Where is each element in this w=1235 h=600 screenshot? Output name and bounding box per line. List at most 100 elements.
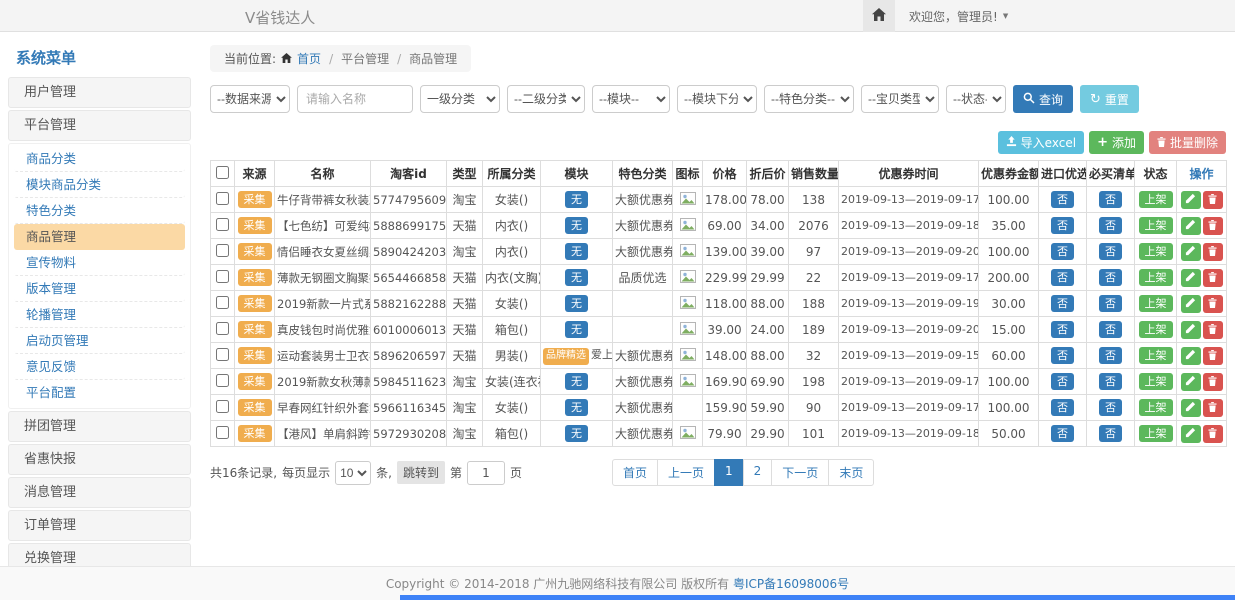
edit-button[interactable]: [1181, 321, 1201, 339]
must-buy-badge[interactable]: 否: [1099, 347, 1122, 365]
name-search-input[interactable]: [297, 85, 413, 113]
edit-button[interactable]: [1181, 373, 1201, 391]
must-buy-badge[interactable]: 否: [1099, 191, 1122, 209]
row-checkbox[interactable]: [216, 218, 229, 231]
page-button-下一页[interactable]: 下一页: [771, 459, 829, 486]
sidebar-group-用户管理[interactable]: 用户管理: [8, 77, 191, 108]
source-badge[interactable]: 采集: [238, 269, 272, 287]
module-badge[interactable]: 无: [565, 425, 588, 443]
sidebar-item-商品分类[interactable]: 商品分类: [14, 146, 185, 172]
module-badge[interactable]: 无: [565, 295, 588, 313]
edit-button[interactable]: [1181, 295, 1201, 313]
page-button-1[interactable]: 1: [714, 459, 744, 486]
row-checkbox[interactable]: [216, 400, 229, 413]
filter-select-5[interactable]: --模块下分类--: [677, 85, 757, 113]
page-button-上一页[interactable]: 上一页: [657, 459, 715, 486]
sidebar-item-意见反馈[interactable]: 意见反馈: [14, 354, 185, 380]
module-badge[interactable]: 无: [565, 321, 588, 339]
row-checkbox[interactable]: [216, 192, 229, 205]
delete-button[interactable]: [1203, 373, 1223, 391]
sidebar-group-订单管理[interactable]: 订单管理: [8, 510, 191, 541]
status-badge[interactable]: 上架: [1139, 191, 1173, 209]
status-badge[interactable]: 上架: [1139, 399, 1173, 417]
module-badge[interactable]: 无: [565, 191, 588, 209]
import-select-badge[interactable]: 否: [1051, 425, 1074, 443]
module-badge[interactable]: 无: [565, 399, 588, 417]
source-badge[interactable]: 采集: [238, 399, 272, 417]
home-button[interactable]: [863, 0, 895, 32]
filter-select-6[interactable]: --特色分类--: [764, 85, 854, 113]
page-button-2[interactable]: 2: [743, 459, 773, 486]
filter-select-4[interactable]: --模块--: [592, 85, 670, 113]
batch-delete-button[interactable]: 批量删除: [1149, 131, 1226, 154]
source-badge[interactable]: 采集: [238, 217, 272, 235]
sidebar-item-商品管理[interactable]: 商品管理: [14, 224, 185, 250]
import-select-badge[interactable]: 否: [1051, 321, 1074, 339]
edit-button[interactable]: [1181, 217, 1201, 235]
row-checkbox[interactable]: [216, 244, 229, 257]
module-badge[interactable]: 无: [565, 269, 588, 287]
filter-select-7[interactable]: --宝贝类型--: [861, 85, 939, 113]
row-checkbox[interactable]: [216, 374, 229, 387]
filter-select-0[interactable]: --数据来源--: [210, 85, 290, 113]
sidebar-group-省惠快报[interactable]: 省惠快报: [8, 444, 191, 475]
delete-button[interactable]: [1203, 217, 1223, 235]
import-select-badge[interactable]: 否: [1051, 217, 1074, 235]
delete-button[interactable]: [1203, 425, 1223, 443]
jump-to-button[interactable]: 跳转到: [397, 461, 445, 484]
source-badge[interactable]: 采集: [238, 347, 272, 365]
delete-button[interactable]: [1203, 269, 1223, 287]
delete-button[interactable]: [1203, 399, 1223, 417]
filter-select-8[interactable]: --状态--: [946, 85, 1006, 113]
sidebar-item-平台配置[interactable]: 平台配置: [14, 380, 185, 406]
row-checkbox[interactable]: [216, 270, 229, 283]
must-buy-badge[interactable]: 否: [1099, 217, 1122, 235]
edit-button[interactable]: [1181, 399, 1201, 417]
sidebar-item-启动页管理[interactable]: 启动页管理: [14, 328, 185, 354]
row-checkbox[interactable]: [216, 322, 229, 335]
status-badge[interactable]: 上架: [1139, 425, 1173, 443]
page-number-input[interactable]: [467, 461, 505, 485]
edit-button[interactable]: [1181, 425, 1201, 443]
module-badge[interactable]: 无: [565, 243, 588, 261]
delete-button[interactable]: [1203, 321, 1223, 339]
source-badge[interactable]: 采集: [238, 295, 272, 313]
horizontal-scrollbar-thumb[interactable]: [400, 595, 1235, 600]
must-buy-badge[interactable]: 否: [1099, 269, 1122, 287]
import-select-badge[interactable]: 否: [1051, 243, 1074, 261]
must-buy-badge[interactable]: 否: [1099, 295, 1122, 313]
must-buy-badge[interactable]: 否: [1099, 425, 1122, 443]
edit-button[interactable]: [1181, 243, 1201, 261]
source-badge[interactable]: 采集: [238, 373, 272, 391]
search-button[interactable]: 查询: [1013, 85, 1073, 113]
row-checkbox[interactable]: [216, 426, 229, 439]
status-badge[interactable]: 上架: [1139, 295, 1173, 313]
sidebar-group-消息管理[interactable]: 消息管理: [8, 477, 191, 508]
add-button[interactable]: + 添加: [1089, 131, 1144, 154]
module-badge[interactable]: 无: [565, 373, 588, 391]
edit-button[interactable]: [1181, 347, 1201, 365]
status-badge[interactable]: 上架: [1139, 269, 1173, 287]
filter-select-2[interactable]: 一级分类: [420, 85, 500, 113]
must-buy-badge[interactable]: 否: [1099, 243, 1122, 261]
delete-button[interactable]: [1203, 295, 1223, 313]
page-button-末页[interactable]: 末页: [828, 459, 874, 486]
sidebar-group-平台管理[interactable]: 平台管理: [8, 110, 191, 141]
sidebar-item-宣传物料[interactable]: 宣传物料: [14, 250, 185, 276]
must-buy-badge[interactable]: 否: [1099, 399, 1122, 417]
import-select-badge[interactable]: 否: [1051, 269, 1074, 287]
status-badge[interactable]: 上架: [1139, 321, 1173, 339]
source-badge[interactable]: 采集: [238, 243, 272, 261]
must-buy-badge[interactable]: 否: [1099, 321, 1122, 339]
module-badge[interactable]: 品牌精选: [543, 348, 589, 365]
per-page-select[interactable]: 10: [335, 461, 371, 485]
import-select-badge[interactable]: 否: [1051, 295, 1074, 313]
status-badge[interactable]: 上架: [1139, 243, 1173, 261]
status-badge[interactable]: 上架: [1139, 217, 1173, 235]
sidebar-group-兑换管理[interactable]: 兑换管理: [8, 543, 191, 566]
delete-button[interactable]: [1203, 191, 1223, 209]
user-menu[interactable]: 欢迎您，管理员! ▼: [909, 8, 1008, 25]
reset-button[interactable]: ↻ 重置: [1080, 85, 1139, 113]
source-badge[interactable]: 采集: [238, 191, 272, 209]
page-button-首页[interactable]: 首页: [612, 459, 658, 486]
